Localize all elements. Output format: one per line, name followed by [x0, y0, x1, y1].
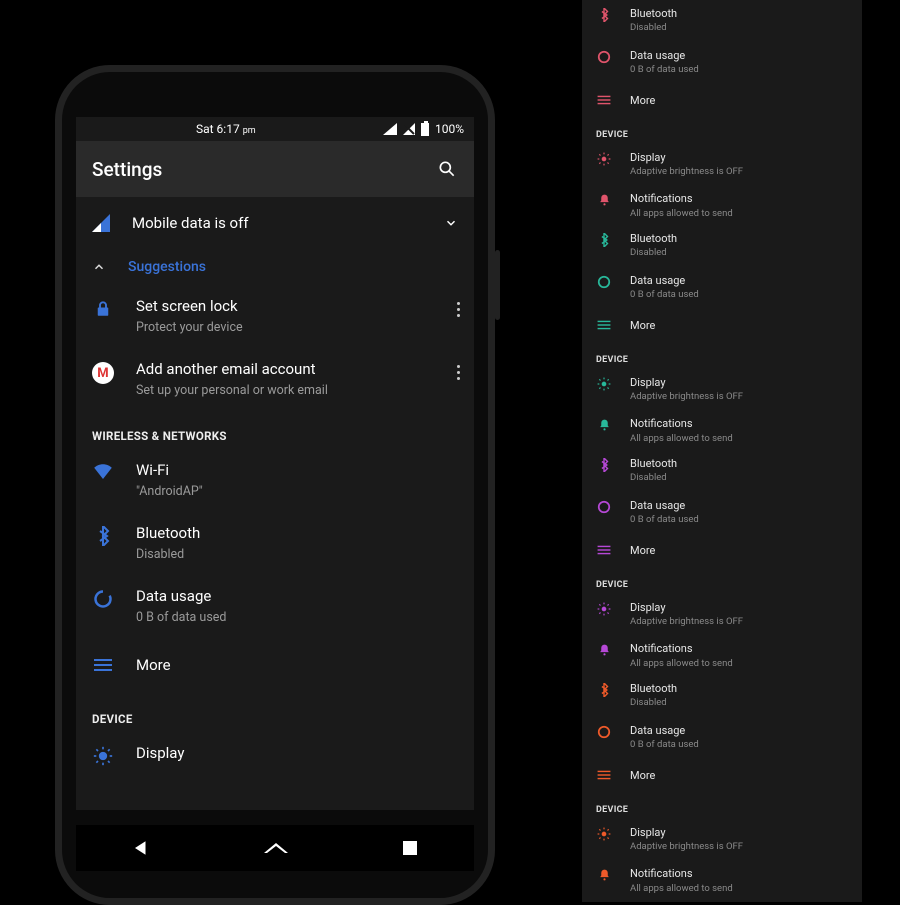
section-device: DEVICE: [582, 570, 862, 594]
bluetooth-icon: [596, 233, 612, 247]
more-icon: [596, 320, 612, 330]
suggestion-title: Add another email account: [136, 360, 458, 380]
suggestion-screen-lock[interactable]: Set screen lock Protect your device: [76, 285, 474, 348]
phone-side-button: [495, 250, 500, 320]
nav-home[interactable]: [261, 840, 291, 856]
setting-data-usage[interactable]: Data usage0 B of data used: [582, 42, 862, 84]
suggestions-header[interactable]: Suggestions: [76, 249, 474, 285]
setting-bluetooth[interactable]: BluetoothDisabled: [76, 512, 474, 575]
bell-icon: [596, 193, 612, 207]
bluetooth-icon: [596, 683, 612, 697]
data-usage-icon: [596, 500, 612, 514]
overflow-icon[interactable]: [457, 299, 460, 320]
setting-bluetooth[interactable]: BluetoothDisabled: [582, 675, 862, 717]
battery-icon: [421, 123, 429, 136]
bell-icon: [596, 418, 612, 432]
nav-recents[interactable]: [402, 840, 418, 856]
setting-notifications[interactable]: NotificationsAll apps allowed to send: [582, 185, 862, 227]
bluetooth-icon: [92, 526, 114, 546]
suggestion-title: Set screen lock: [136, 297, 458, 317]
app-bar-title: Settings: [92, 158, 436, 181]
more-icon: [596, 770, 612, 780]
theme-preview: BluetoothDisabled Data usage0 B of data …: [582, 675, 862, 902]
setting-display[interactable]: DisplayAdaptive brightness is OFF: [582, 144, 862, 186]
overflow-icon[interactable]: [457, 362, 460, 383]
wifi-icon: [92, 463, 114, 479]
suggestions-label: Suggestions: [128, 259, 206, 275]
chevron-down-icon: [444, 216, 458, 230]
mobile-data-banner[interactable]: Mobile data is off: [76, 197, 474, 249]
setting-wifi[interactable]: Wi-Fi"AndroidAP": [76, 449, 474, 512]
data-usage-icon: [92, 589, 114, 609]
setting-notifications[interactable]: NotificationsAll apps allowed to send: [582, 635, 862, 677]
battery-percent: 100%: [435, 122, 464, 136]
nav-back[interactable]: [132, 839, 150, 857]
display-icon: [596, 602, 612, 616]
setting-notifications[interactable]: NotificationsAll apps allowed to send: [582, 860, 862, 902]
setting-bluetooth[interactable]: BluetoothDisabled: [582, 0, 862, 42]
search-button[interactable]: [436, 158, 458, 180]
setting-more[interactable]: More: [582, 758, 862, 794]
bluetooth-icon: [596, 458, 612, 472]
display-icon: [92, 746, 114, 766]
display-icon: [596, 152, 612, 166]
more-icon: [92, 658, 114, 672]
suggestion-sub: Protect your device: [136, 319, 458, 337]
chevron-up-icon: [92, 260, 106, 274]
section-device: DEVICE: [582, 795, 862, 819]
phone-frame: Sat 6:17 pm 100% Settings Mobile data is…: [55, 65, 495, 905]
setting-bluetooth[interactable]: BluetoothDisabled: [582, 450, 862, 492]
setting-display[interactable]: Display: [76, 732, 474, 778]
data-usage-icon: [596, 725, 612, 739]
setting-bluetooth[interactable]: BluetoothDisabled: [582, 225, 862, 267]
display-icon: [596, 827, 612, 841]
banner-text: Mobile data is off: [132, 214, 422, 232]
setting-more[interactable]: More: [76, 638, 474, 694]
bluetooth-icon: [596, 8, 612, 22]
gmail-icon: M: [92, 362, 114, 384]
theme-preview: BluetoothDisabled Data usage0 B of data …: [582, 225, 862, 452]
setting-data-usage[interactable]: Data usage0 B of data used: [582, 717, 862, 759]
section-device: DEVICE: [582, 345, 862, 369]
setting-display[interactable]: DisplayAdaptive brightness is OFF: [582, 369, 862, 411]
status-time: Sat 6:17 pm: [196, 122, 256, 136]
more-icon: [596, 95, 612, 105]
data-usage-icon: [596, 275, 612, 289]
suggestion-add-email[interactable]: M Add another email account Set up your …: [76, 348, 474, 411]
section-device: DEVICE: [582, 120, 862, 144]
theme-preview: BluetoothDisabled Data usage0 B of data …: [582, 0, 862, 227]
setting-more[interactable]: More: [582, 83, 862, 119]
phone-bezel: Sat 6:17 pm 100% Settings Mobile data is…: [62, 72, 488, 898]
theme-preview: BluetoothDisabled Data usage0 B of data …: [582, 450, 862, 677]
more-icon: [596, 545, 612, 555]
setting-data-usage[interactable]: Data usage0 B of data used: [76, 575, 474, 638]
section-device: DEVICE: [76, 694, 474, 732]
network-icon: [403, 123, 415, 135]
setting-more[interactable]: More: [582, 533, 862, 569]
bell-icon: [596, 868, 612, 882]
setting-display[interactable]: DisplayAdaptive brightness is OFF: [582, 819, 862, 861]
nav-bar: [76, 825, 474, 871]
setting-data-usage[interactable]: Data usage0 B of data used: [582, 267, 862, 309]
setting-display[interactable]: DisplayAdaptive brightness is OFF: [582, 594, 862, 636]
app-bar: Settings: [76, 141, 474, 197]
setting-more[interactable]: More: [582, 308, 862, 344]
screen: Sat 6:17 pm 100% Settings Mobile data is…: [76, 117, 474, 810]
lock-icon: [92, 299, 114, 319]
bell-icon: [596, 643, 612, 657]
display-icon: [596, 377, 612, 391]
status-bar: Sat 6:17 pm 100%: [76, 117, 474, 141]
data-usage-icon: [596, 50, 612, 64]
setting-notifications[interactable]: NotificationsAll apps allowed to send: [582, 410, 862, 452]
setting-data-usage[interactable]: Data usage0 B of data used: [582, 492, 862, 534]
signal-icon: [383, 123, 397, 135]
section-wireless: WIRELESS & NETWORKS: [76, 411, 474, 449]
mobile-data-icon: [92, 214, 110, 232]
suggestion-sub: Set up your personal or work email: [136, 382, 458, 400]
